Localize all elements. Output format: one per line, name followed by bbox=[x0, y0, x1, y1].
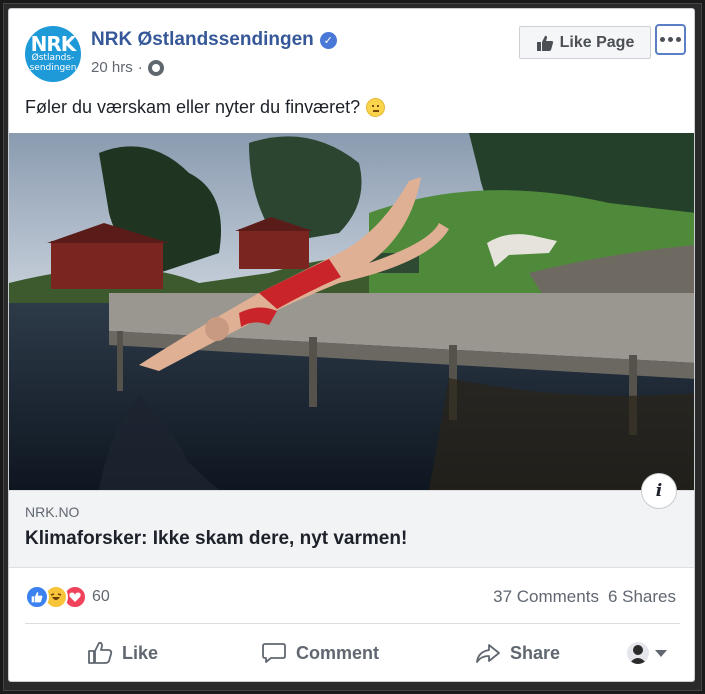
comment-icon bbox=[262, 643, 286, 663]
link-domain: NRK.NO bbox=[25, 504, 80, 520]
action-bar: Like Comment Share bbox=[25, 634, 680, 672]
post-photo[interactable] bbox=[9, 133, 694, 490]
post-timestamp[interactable]: 20 hrs bbox=[91, 59, 133, 76]
comments-shares: 37 Comments 6 Shares bbox=[493, 587, 676, 607]
like-reaction-icon bbox=[25, 585, 49, 609]
post-meta: 20 hrs · bbox=[91, 59, 164, 76]
page-name-row: NRK Østlandssendingen ✓ bbox=[91, 29, 337, 51]
more-icon bbox=[660, 37, 665, 42]
info-icon[interactable]: i bbox=[641, 473, 677, 509]
shares-count-link[interactable]: 6 Shares bbox=[608, 587, 676, 607]
like-page-label: Like Page bbox=[559, 33, 635, 51]
comment-label: Comment bbox=[296, 642, 380, 663]
more-icon-dot bbox=[676, 37, 681, 42]
thumbs-up-icon bbox=[88, 641, 113, 664]
like-label: Like bbox=[122, 642, 159, 663]
globe-icon[interactable] bbox=[147, 59, 164, 76]
reactions-summary[interactable]: 60 bbox=[25, 585, 110, 609]
share-label: Share bbox=[510, 642, 561, 663]
avatar-sub-line2: sendingen bbox=[29, 63, 77, 73]
share-button[interactable]: Share bbox=[475, 641, 560, 665]
like-page-button[interactable]: Like Page bbox=[519, 26, 651, 59]
photo-illustration bbox=[9, 133, 694, 490]
post-card: NRK Østlands- sendingen NRK Østlandssend… bbox=[8, 8, 695, 682]
more-options-button[interactable] bbox=[655, 24, 686, 55]
share-icon bbox=[476, 644, 500, 663]
avatar-sub-line1: Østlands- bbox=[31, 53, 75, 63]
reaction-count: 60 bbox=[92, 588, 110, 605]
comment-button[interactable]: Comment bbox=[261, 641, 379, 665]
page-avatar[interactable]: NRK Østlands- sendingen bbox=[25, 26, 81, 82]
page-name-link[interactable]: NRK Østlandssendingen bbox=[91, 29, 314, 51]
post-text: Føler du værskam eller nyter du finværet… bbox=[25, 97, 361, 117]
link-title[interactable]: Klimaforsker: Ikke skam dere, nyt varmen… bbox=[25, 528, 407, 550]
verified-icon: ✓ bbox=[319, 31, 337, 49]
avatar-logo: NRK bbox=[30, 32, 77, 56]
smile-emoji-icon bbox=[366, 98, 386, 117]
link-preview[interactable]: NRK.NO Klimaforsker: Ikke skam dere, nyt… bbox=[9, 490, 694, 568]
like-button[interactable]: Like bbox=[87, 641, 158, 665]
caret-down-icon bbox=[655, 649, 667, 657]
post-text-row: Føler du værskam eller nyter du finværet… bbox=[25, 97, 386, 118]
thumbs-up-icon bbox=[536, 35, 553, 51]
more-icon-dot bbox=[668, 37, 673, 42]
meta-separator: · bbox=[137, 59, 143, 76]
share-as-profile-selector[interactable] bbox=[627, 642, 667, 664]
action-divider bbox=[25, 623, 680, 624]
profile-icon bbox=[627, 642, 649, 664]
comments-count-link[interactable]: 37 Comments bbox=[493, 587, 599, 607]
